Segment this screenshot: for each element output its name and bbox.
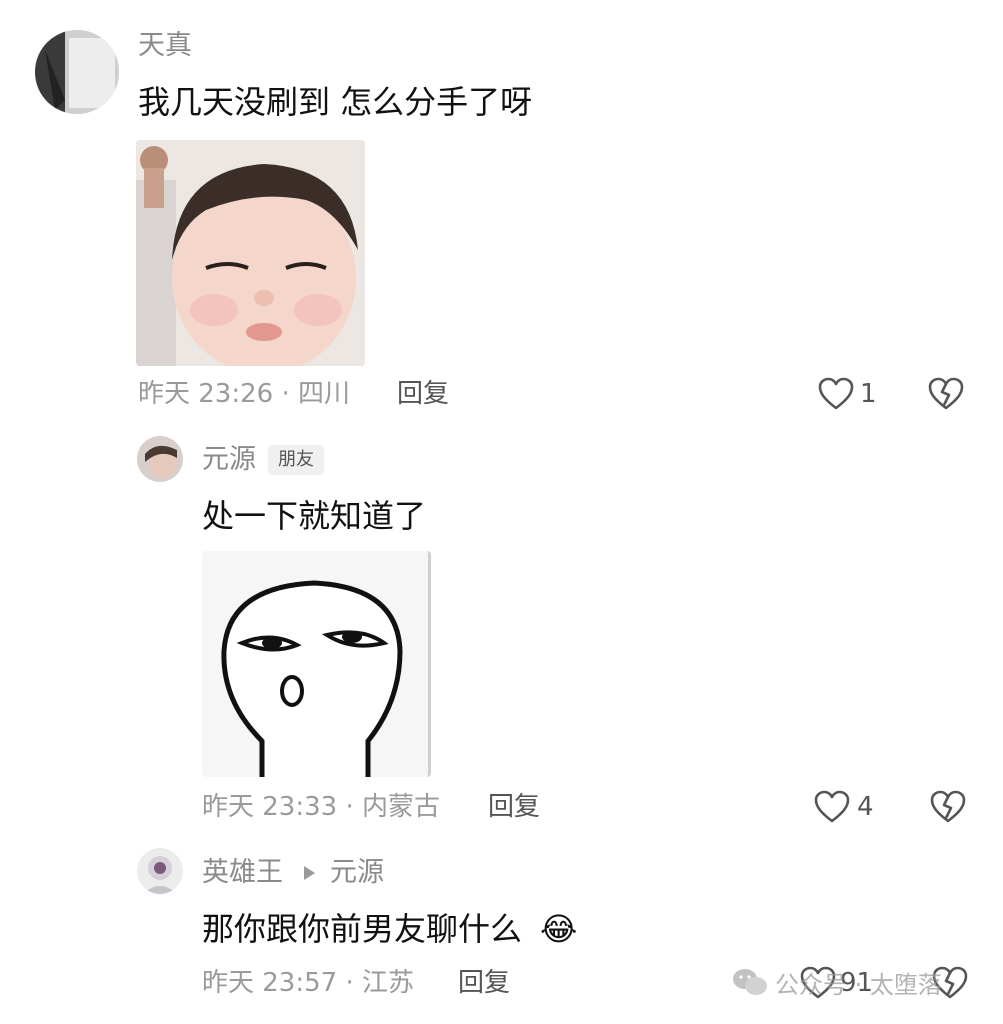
broken-heart-icon[interactable]	[928, 377, 964, 411]
comment-username[interactable]: 英雄王	[202, 857, 283, 889]
reply-button[interactable]: 回复	[397, 378, 449, 410]
reply-button[interactable]: 回复	[458, 967, 510, 999]
like-count: 4	[857, 792, 874, 822]
broken-heart-icon[interactable]	[930, 790, 966, 824]
comment-text: 处一下就知道了	[202, 497, 427, 535]
reply-arrow-icon	[302, 865, 316, 881]
avatar[interactable]	[35, 30, 119, 114]
watermark-text: 公众号 · 太堕落	[775, 971, 942, 999]
comment-text: 那你跟你前男友聊什么	[202, 910, 523, 948]
comment-username[interactable]: 天真	[138, 30, 192, 62]
comment-time-location: 昨天 23:26 · 四川	[138, 379, 350, 409]
comment-text: 我几天没刷到 怎么分手了呀	[138, 83, 533, 121]
wechat-icon	[732, 968, 768, 998]
comment-time-location: 昨天 23:33 · 内蒙古	[202, 792, 440, 822]
sticker-image-meme-face[interactable]	[202, 551, 431, 777]
laughing-emoji-icon: 😂	[540, 910, 578, 948]
like-count: 1	[860, 379, 877, 409]
heart-icon[interactable]	[818, 377, 854, 411]
reply-button[interactable]: 回复	[488, 791, 540, 823]
comment-username[interactable]: 元源	[202, 444, 256, 476]
friend-badge: 朋友	[268, 445, 324, 475]
comment-time-location: 昨天 23:57 · 江苏	[202, 968, 414, 998]
avatar[interactable]	[137, 436, 183, 482]
sticker-image-baby[interactable]	[136, 140, 365, 366]
reply-to-username[interactable]: 元源	[330, 857, 384, 889]
heart-icon[interactable]	[814, 790, 850, 824]
avatar[interactable]	[137, 848, 183, 894]
